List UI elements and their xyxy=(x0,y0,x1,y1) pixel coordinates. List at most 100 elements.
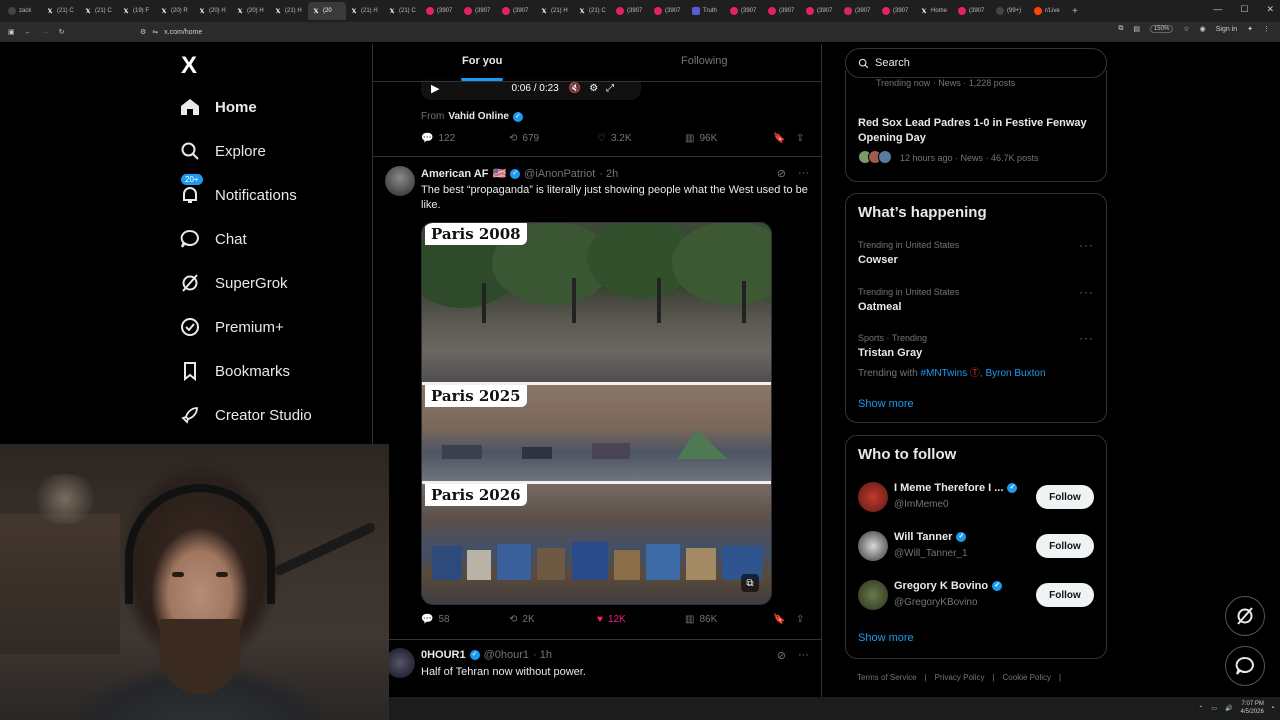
network-icon[interactable]: ▭ xyxy=(1211,705,1217,712)
author-handle[interactable]: @iAnonPatriot xyxy=(524,168,595,180)
author-name[interactable]: 0HOUR1 xyxy=(421,649,466,661)
nav-supergrok[interactable]: SuperGrok xyxy=(179,272,288,294)
suggested-user-name[interactable]: Will Tanner ✓ xyxy=(894,531,967,543)
sidebar-toggle-icon[interactable]: ▣ xyxy=(8,28,15,36)
fullscreen-icon[interactable]: ⤢ xyxy=(606,83,614,94)
nav-home[interactable]: Home xyxy=(179,96,257,118)
menu-icon[interactable]: ⋮ xyxy=(1263,25,1270,33)
browser-tab[interactable]: (3907 xyxy=(422,2,460,20)
show-more-link[interactable]: Show more xyxy=(858,632,914,644)
follow-button[interactable]: Follow xyxy=(1036,485,1094,509)
browser-tab[interactable]: (3907 xyxy=(840,2,878,20)
browser-tab[interactable]: 𝕏 (20) H xyxy=(194,2,232,20)
browser-tab[interactable]: (3907 xyxy=(498,2,536,20)
star-icon[interactable]: ☆ xyxy=(1183,25,1189,33)
bookmark-button[interactable]: 🔖 xyxy=(773,133,785,144)
trend-name[interactable]: Cowser xyxy=(858,254,898,266)
terms-link[interactable]: Terms of Service xyxy=(857,673,917,682)
tab-following[interactable]: Following xyxy=(681,55,727,67)
follow-button[interactable]: Follow xyxy=(1036,534,1094,558)
volume-icon[interactable]: 🔊 xyxy=(1225,705,1232,712)
repost-button[interactable]: ⟲ 2K xyxy=(509,614,535,625)
tweet-image[interactable]: Paris 2008 Paris 2025 Paris 2026 ⧉ xyxy=(421,222,772,605)
forward-icon[interactable]: → xyxy=(42,29,49,36)
show-more-link[interactable]: Show more xyxy=(858,398,914,410)
chat-fab[interactable] xyxy=(1225,646,1265,686)
avatar[interactable] xyxy=(385,648,415,678)
more-icon[interactable]: ··· xyxy=(1079,331,1094,345)
browser-tab[interactable]: 𝕏 (21) C xyxy=(80,2,118,20)
new-tab-button[interactable]: + xyxy=(1068,2,1082,20)
from-name[interactable]: Vahid Online xyxy=(448,111,509,122)
image-edit-icon[interactable]: ⧉ xyxy=(741,574,759,592)
search-input[interactable]: Search xyxy=(845,48,1107,78)
x-logo[interactable]: X xyxy=(181,52,197,80)
more-icon[interactable]: ··· xyxy=(1079,285,1094,299)
browser-tab[interactable]: (3907 xyxy=(726,2,764,20)
play-icon[interactable]: ▶ xyxy=(431,82,439,95)
more-icon[interactable]: ··· xyxy=(798,649,809,662)
minimize-icon[interactable]: — xyxy=(1213,4,1222,15)
views-button[interactable]: ▥ 96K xyxy=(685,133,717,144)
trend-headline[interactable]: Red Sox Lead Padres 1-0 in Festive Fenwa… xyxy=(858,116,1096,146)
browser-tab[interactable]: (3907 xyxy=(764,2,802,20)
browser-tab[interactable]: 𝕏 (21) C xyxy=(42,2,80,20)
browser-tab[interactable]: 𝕏 (19) F xyxy=(118,2,156,20)
trend-link[interactable]: Byron Buxton xyxy=(985,368,1045,379)
settings-icon[interactable]: ⚙ xyxy=(589,83,598,94)
browser-tab[interactable]: 𝕏 (21) C xyxy=(384,2,422,20)
trend-name[interactable]: Oatmeal xyxy=(858,301,901,313)
tweet-time[interactable]: · 1h xyxy=(533,649,552,661)
browser-tab[interactable]: (3907 xyxy=(650,2,688,20)
mute-icon[interactable]: 🔇 xyxy=(569,83,581,94)
suggested-user-name[interactable]: Gregory K Bovino ✓ xyxy=(894,580,1003,592)
browser-tab[interactable]: 𝕏 Home xyxy=(916,2,954,20)
browser-tab[interactable]: (3907 xyxy=(612,2,650,20)
browser-tab[interactable]: zack xyxy=(4,2,42,20)
cookie-link[interactable]: Cookie Policy xyxy=(1003,673,1051,682)
repost-button[interactable]: ⟲ 679 xyxy=(509,133,539,144)
zoom-badge[interactable]: 150% xyxy=(1149,25,1174,33)
clock[interactable]: 7:07 PM 4/5/2026 xyxy=(1241,700,1264,716)
address-field[interactable]: ⚙ ⇋ x.com/home xyxy=(140,25,202,39)
avatar[interactable] xyxy=(385,166,415,196)
browser-tab[interactable]: Truth xyxy=(688,2,726,20)
reply-button[interactable]: 💬 58 xyxy=(421,614,450,625)
grok-icon[interactable]: ⊘ xyxy=(777,167,786,180)
browser-tab[interactable]: 𝕏 (21) H xyxy=(346,2,384,20)
share-button[interactable]: ⇪ xyxy=(796,133,804,144)
share-button[interactable]: ⇪ xyxy=(796,614,804,625)
trend-name[interactable]: Tristan Gray xyxy=(858,347,922,359)
grok-fab[interactable] xyxy=(1225,596,1265,636)
screenshot-icon[interactable]: ⧉ xyxy=(1118,25,1123,33)
browser-tab[interactable]: (3907 xyxy=(460,2,498,20)
more-icon[interactable]: ··· xyxy=(798,167,809,180)
browser-tab[interactable]: 𝕏 (21) H xyxy=(270,2,308,20)
views-button[interactable]: ▥ 86K xyxy=(685,614,717,625)
nav-premium[interactable]: Premium+ xyxy=(179,316,284,338)
browser-tab[interactable]: 𝕏 (20) H xyxy=(232,2,270,20)
signin-label[interactable]: Sign in xyxy=(1216,26,1237,33)
nav-explore[interactable]: Explore xyxy=(179,140,266,162)
browser-tab[interactable]: 𝕏 (21) C xyxy=(574,2,612,20)
profile-icon[interactable]: ◉ xyxy=(1200,25,1206,33)
nav-bookmarks[interactable]: Bookmarks xyxy=(179,360,290,382)
back-icon[interactable]: ← xyxy=(25,29,32,36)
avatar[interactable] xyxy=(858,482,888,512)
bookmark-button[interactable]: 🔖 xyxy=(773,614,785,625)
nav-notifications[interactable]: 20+ Notifications xyxy=(179,174,297,206)
nav-chat[interactable]: Chat xyxy=(179,228,247,250)
avatar[interactable] xyxy=(858,580,888,610)
more-icon[interactable]: ··· xyxy=(1079,238,1094,252)
browser-tab[interactable]: (3907 xyxy=(878,2,916,20)
browser-tab[interactable]: 𝕏 (21) H xyxy=(536,2,574,20)
author-name[interactable]: American AF xyxy=(421,168,488,180)
hashtag-link[interactable]: #MNTwins xyxy=(920,368,967,379)
extensions-icon[interactable]: ✦ xyxy=(1247,25,1253,33)
reader-icon[interactable]: ▤ xyxy=(1133,25,1140,33)
grok-icon[interactable]: ⊘ xyxy=(777,649,786,662)
close-window-icon[interactable]: ✕ xyxy=(1266,4,1274,15)
reply-button[interactable]: 💬 122 xyxy=(421,133,455,144)
browser-tab[interactable]: 𝕏 (20 xyxy=(308,2,346,20)
like-button[interactable]: ♡ 3.2K xyxy=(597,133,632,144)
